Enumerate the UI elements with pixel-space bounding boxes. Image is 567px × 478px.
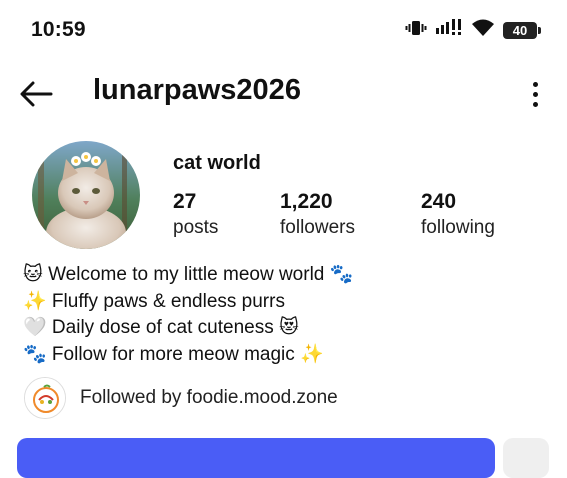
profile-bio: 🐱 Welcome to my little meow world 🐾 ✨ Fl… <box>23 262 543 368</box>
bio-line: 🐱 Welcome to my little meow world 🐾 <box>23 264 354 285</box>
posts-stat[interactable]: 27 posts <box>173 189 218 241</box>
followed-by-account[interactable]: foodie.mood.zone <box>187 387 338 408</box>
more-options-button[interactable] <box>523 76 547 112</box>
back-button[interactable] <box>16 76 56 112</box>
vibrate-icon <box>405 19 427 42</box>
more-vertical-icon <box>532 81 538 107</box>
followed-by-text: Followed by foodie.mood.zone <box>80 387 338 409</box>
wifi-icon <box>471 19 495 42</box>
followed-by-prefix: Followed by <box>80 387 187 408</box>
bio-line: 🐾 Follow for more meow magic ✨ <box>23 343 324 365</box>
battery-level: 40 <box>512 23 528 38</box>
posts-label: posts <box>173 217 219 238</box>
status-time: 10:59 <box>31 18 86 41</box>
battery-icon: 40 <box>503 22 541 39</box>
profile-avatar[interactable] <box>32 141 140 249</box>
following-count: 240 <box>421 190 457 213</box>
bio-line: ✨ Fluffy paws & endless purrs <box>23 290 285 312</box>
followed-by-row[interactable]: Followed by foodie.mood.zone <box>24 377 338 419</box>
signal-icon <box>435 19 463 42</box>
following-label: following <box>421 217 495 238</box>
followers-count: 1,220 <box>280 190 333 213</box>
followers-stat[interactable]: 1,220 followers <box>280 189 355 241</box>
profile-username: lunarpaws2026 <box>93 74 301 106</box>
profile-display-name: cat world <box>173 152 261 174</box>
suggested-accounts-button[interactable] <box>503 438 549 478</box>
status-bar: 10:59 40 <box>0 0 567 62</box>
status-icons: 40 <box>405 19 541 42</box>
following-stat[interactable]: 240 following <box>421 189 495 241</box>
top-nav: lunarpaws2026 <box>0 68 567 118</box>
arrow-left-icon <box>20 81 53 107</box>
followers-label: followers <box>280 217 355 238</box>
posts-count: 27 <box>173 190 197 213</box>
bio-line: 🤍 Daily dose of cat cuteness 😻 <box>23 317 299 338</box>
follow-button[interactable] <box>17 438 495 478</box>
follower-avatar[interactable] <box>24 377 66 419</box>
